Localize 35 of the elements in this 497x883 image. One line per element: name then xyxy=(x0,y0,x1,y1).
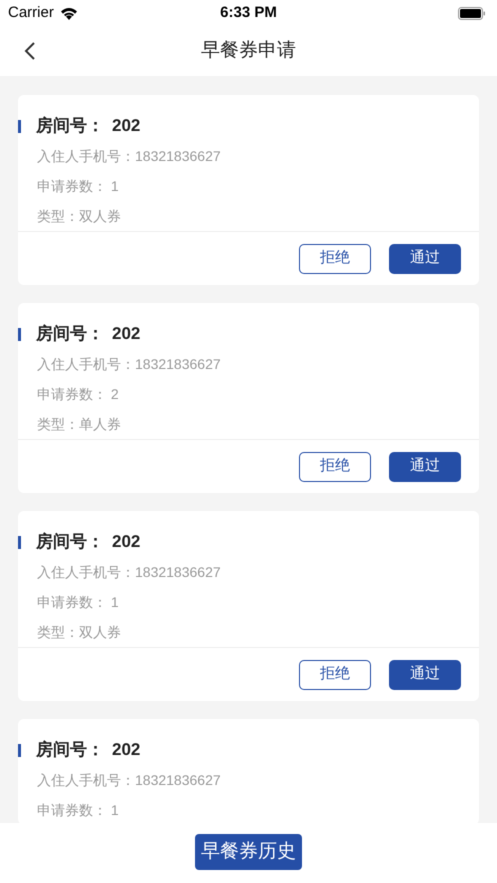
status-time: 6:33 PM xyxy=(220,2,277,23)
room-number: 202 xyxy=(112,739,140,762)
reject-button[interactable]: 拒绝 xyxy=(299,244,371,274)
history-button[interactable]: 早餐券历史 xyxy=(195,834,302,870)
carrier-label: Carrier xyxy=(8,2,54,23)
info-line: 入住人手机号：18321836627 xyxy=(37,770,222,790)
room-label: 房间号： xyxy=(36,531,104,554)
info-line: 申请券数： 2 xyxy=(37,384,120,404)
reject-button[interactable]: 拒绝 xyxy=(299,452,371,482)
wifi-icon xyxy=(60,6,78,20)
approve-button[interactable]: 通过 xyxy=(389,660,461,690)
info-line: 申请券数： 1 xyxy=(37,800,120,820)
room-label: 房间号： xyxy=(36,323,104,346)
info-line: 类型：双人券 xyxy=(37,622,122,642)
room-label: 房间号： xyxy=(36,115,104,138)
accent-bar xyxy=(18,120,21,132)
info-line: 申请券数： 1 xyxy=(37,592,120,612)
room-number: 202 xyxy=(112,531,140,554)
info-line: 申请券数： 1 xyxy=(37,176,120,196)
approve-button[interactable]: 通过 xyxy=(389,244,461,274)
info-line: 类型：单人券 xyxy=(37,414,122,434)
reject-button[interactable]: 拒绝 xyxy=(299,660,371,690)
info-line: 入住人手机号：18321836627 xyxy=(37,354,222,374)
approve-button[interactable]: 通过 xyxy=(389,452,461,482)
room-label: 房间号： xyxy=(36,739,104,762)
accent-bar xyxy=(18,536,21,548)
accent-bar xyxy=(18,744,21,756)
room-number: 202 xyxy=(112,323,140,346)
info-line: 入住人手机号：18321836627 xyxy=(37,146,222,166)
info-line: 入住人手机号：18321836627 xyxy=(37,562,222,582)
battery-icon xyxy=(458,6,486,20)
room-number: 202 xyxy=(112,115,140,138)
info-line: 类型：双人券 xyxy=(37,206,122,226)
page-title: 早餐券申请 xyxy=(201,38,296,63)
accent-bar xyxy=(18,328,21,340)
